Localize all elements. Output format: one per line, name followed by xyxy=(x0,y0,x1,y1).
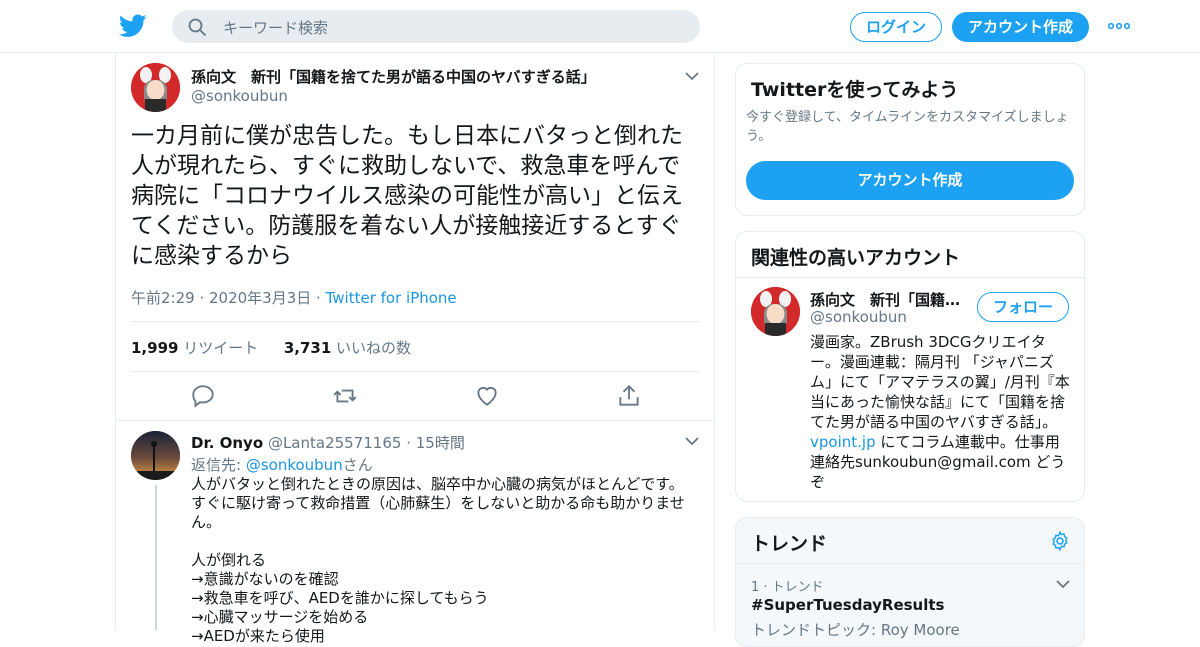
related-account-avatar[interactable] xyxy=(751,287,800,336)
retweet-icon[interactable] xyxy=(332,383,358,409)
chevron-down-icon[interactable] xyxy=(685,71,699,81)
author-avatar[interactable] xyxy=(131,63,180,112)
related-account-name[interactable]: 孫向文 新刊「国籍… xyxy=(810,289,960,310)
reply-header: Dr. Onyo @Lanta25571165 · 15時間 xyxy=(191,432,465,453)
top-navigation-bar: キーワード検索 ログイン アカウント作成 xyxy=(0,0,1200,53)
related-accounts-card: 関連性の高いアカウント 孫向文 新刊「国籍… @sonkoubun フォロー 漫… xyxy=(735,231,1085,502)
chevron-down-icon[interactable] xyxy=(1056,579,1070,589)
promo-signup-button[interactable]: アカウント作成 xyxy=(746,161,1074,200)
signup-promo-card: Twitterを使ってみよう 今すぐ登録して、タイムラインをカスタマイズしましょ… xyxy=(735,63,1085,216)
tweet-action-bar xyxy=(116,383,716,413)
follow-button[interactable]: フォロー xyxy=(977,292,1069,322)
retweets-stat[interactable]: 1,999 リツイート xyxy=(131,339,258,357)
like-icon[interactable] xyxy=(474,383,500,409)
reply-author-handle[interactable]: @Lanta25571165 xyxy=(268,434,401,452)
tweet-detail-column: 孫向文 新刊「国籍を捨てた男が語る中国のヤバすぎる話」 @sonkoubun 一… xyxy=(115,53,716,645)
thread-connector-line xyxy=(155,485,157,630)
more-options-icon[interactable] xyxy=(1107,17,1131,35)
tweet-text: 一カ月前に僕が忠告した。もし日本にバタっと倒れた人が現れたら、すぐに救助しないで… xyxy=(131,123,683,269)
search-input-placeholder[interactable]: キーワード検索 xyxy=(223,17,328,38)
author-name[interactable]: 孫向文 新刊「国籍を捨てた男が語る中国のヤバすぎる話」 xyxy=(191,66,596,87)
signup-button[interactable]: アカウント作成 xyxy=(952,12,1089,42)
tweet-metadata: 午前2:29 · 2020年3月3日 · Twitter for iPhone xyxy=(131,287,457,308)
bio-link[interactable]: vpoint.jp xyxy=(810,433,876,451)
reply-author-name[interactable]: Dr. Onyo xyxy=(191,434,263,452)
reply-timestamp[interactable]: · 15時間 xyxy=(406,434,465,452)
tweet-timestamp[interactable]: 午前2:29 · 2020年3月3日 xyxy=(131,289,311,307)
reply-icon[interactable] xyxy=(190,383,216,409)
tweet-stats: 1,999 リツイート 3,731 いいねの数 xyxy=(131,337,411,358)
related-account-bio: 漫画家。ZBrush 3DCGクリエイター。漫画連載：隔月刊 「ジャパニズム」に… xyxy=(810,333,1070,491)
trend-rank: 1 · トレンド xyxy=(751,580,824,595)
meta-separator: · xyxy=(316,289,321,307)
divider xyxy=(131,321,700,322)
replying-to: 返信先: @sonkoubunさん xyxy=(191,456,373,474)
reply-text: 人がバタッと倒れたときの原因は、脳卒中か心臓の病気がほとんどです。すぐに駆け寄っ… xyxy=(191,475,685,645)
twitter-bird-logo-icon[interactable] xyxy=(119,13,147,39)
trend-name[interactable]: #SuperTuesdayResults xyxy=(751,596,944,614)
reply-author-avatar[interactable] xyxy=(131,431,180,480)
trends-card: トレンド 1 · トレンド #SuperTuesdayResults トレンドト… xyxy=(735,517,1085,647)
tweet-source-link[interactable]: Twitter for iPhone xyxy=(326,289,457,307)
login-button[interactable]: ログイン xyxy=(850,12,942,42)
promo-card-title: Twitterを使ってみよう xyxy=(751,79,959,101)
divider xyxy=(131,371,700,372)
divider xyxy=(736,277,1084,278)
likes-stat[interactable]: 3,731 いいねの数 xyxy=(284,339,411,357)
related-account-handle[interactable]: @sonkoubun xyxy=(810,308,907,326)
gear-icon[interactable] xyxy=(1049,530,1071,552)
divider xyxy=(116,420,714,421)
share-icon[interactable] xyxy=(616,383,642,409)
related-card-title: 関連性の高いアカウント xyxy=(751,247,961,269)
author-handle[interactable]: @sonkoubun xyxy=(191,87,288,105)
trends-card-title: トレンド xyxy=(751,533,828,555)
replying-to-handle-link[interactable]: @sonkoubun xyxy=(246,456,343,474)
promo-card-subtitle: 今すぐ登録して、タイムラインをカスタマイズしましょう。 xyxy=(746,110,1069,144)
chevron-down-icon[interactable] xyxy=(685,436,699,446)
trend-item[interactable]: 1 · トレンド #SuperTuesdayResults トレンドトピック: … xyxy=(736,564,1084,639)
search-icon xyxy=(188,18,206,36)
search-box[interactable]: キーワード検索 xyxy=(172,10,700,43)
